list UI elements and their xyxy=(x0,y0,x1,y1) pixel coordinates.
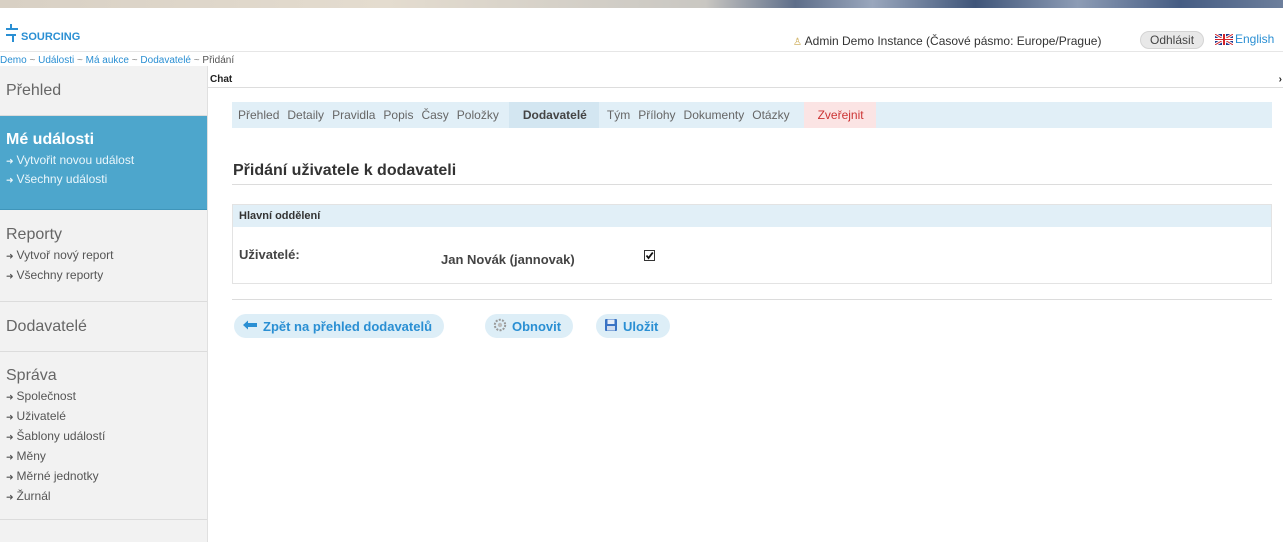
user-name: Jan Novák (jannovak) xyxy=(441,252,575,267)
arrow-right-icon: ➜ xyxy=(6,452,14,462)
title-divider xyxy=(232,184,1272,185)
logo-icon xyxy=(4,23,20,43)
breadcrumb-item[interactable]: Dodavatelé xyxy=(140,55,191,66)
step-attachments[interactable]: Přílohy xyxy=(634,102,679,128)
top-banner xyxy=(0,0,1283,8)
uk-flag-icon xyxy=(1215,33,1233,45)
wizard-steps: Přehled Detaily Pravidla Popis Časy Polo… xyxy=(232,102,1272,128)
language-label: English xyxy=(1235,32,1275,46)
arrow-right-icon: ➜ xyxy=(6,175,14,185)
divider xyxy=(232,299,1272,300)
arrow-left-icon xyxy=(242,319,258,334)
sidebar-item-label: Vytvoř nový report xyxy=(16,248,114,262)
page-title: Přidání uživatele k dodavateli xyxy=(233,162,457,179)
sidebar-item-create-report[interactable]: ➜ Vytvoř nový report xyxy=(6,246,207,266)
arrow-right-icon: ➜ xyxy=(6,432,14,442)
chat-label: Chat xyxy=(210,74,233,85)
breadcrumb-current: Přidání xyxy=(202,55,235,66)
sidebar-item-currencies[interactable]: ➜ Měny xyxy=(6,447,207,467)
save-button-label: Uložit xyxy=(623,318,659,334)
logo[interactable]: SOURCING xyxy=(4,23,80,43)
logout-button[interactable]: Odhlásit xyxy=(1140,31,1205,49)
breadcrumb-item[interactable]: Demo xyxy=(0,55,27,66)
sidebar-item-label: Měrné jednotky xyxy=(16,469,99,483)
logo-text: SOURCING xyxy=(21,31,81,43)
breadcrumb-separator: ~ xyxy=(26,55,39,66)
arrow-right-icon: ➜ xyxy=(6,412,14,422)
breadcrumb-separator: ~ xyxy=(74,55,86,66)
step-description[interactable]: Popis xyxy=(379,102,417,128)
step-team[interactable]: Tým xyxy=(603,102,634,128)
sidebar-section-my-events: Mé události ➜ Vytvořit novou událost ➜ Vše… xyxy=(0,116,207,210)
sidebar-item-users[interactable]: ➜ Uživatelé xyxy=(6,407,207,427)
sidebar-item-label: Vytvořit novou událost xyxy=(16,153,135,167)
sidebar-item-journal[interactable]: ➜ Žurnál xyxy=(6,487,207,507)
chat-bar[interactable]: Chat › xyxy=(208,74,1283,88)
sidebar-item-units[interactable]: ➜ Měrné jednotky xyxy=(6,467,207,487)
sidebar-item-all-reports[interactable]: ➜ Všechny reporty xyxy=(6,266,207,286)
arrow-right-icon: ➜ xyxy=(6,271,14,281)
sidebar-item-label: Společnost xyxy=(16,389,76,403)
breadcrumb: Demo ~ Události ~ Má aukce ~ Dodavatelé … xyxy=(0,55,234,66)
sidebar-item-all-events[interactable]: ➜ Všechny události xyxy=(6,170,207,189)
user-checkbox[interactable] xyxy=(644,250,655,261)
header: SOURCING ♙ Admin Demo Instance (Časové p… xyxy=(0,8,1283,52)
step-details[interactable]: Detaily xyxy=(283,102,328,128)
sidebar-item-label: Všechny reporty xyxy=(16,268,104,282)
language-switch[interactable]: English xyxy=(1215,32,1274,46)
back-to-suppliers-button[interactable]: Zpět na přehled dodavatelů xyxy=(234,314,445,338)
sidebar: Přehled Mé události ➜ Vytvořit novou udál… xyxy=(0,66,208,542)
user-text: Admin Demo Instance (Časové pásmo: Europ… xyxy=(804,34,1102,48)
step-publish[interactable]: Zveřejnit xyxy=(803,102,876,128)
user-info: ♙ Admin Demo Instance (Časové pásmo: Eur… xyxy=(793,34,1101,48)
refresh-button[interactable]: Obnovit xyxy=(485,314,574,338)
panel-title: Hlavní oddělení xyxy=(233,205,1271,227)
arrow-right-icon: ➜ xyxy=(6,251,14,261)
users-label: Uživatelé: xyxy=(239,247,300,262)
arrow-right-icon: ➜ xyxy=(6,472,14,482)
step-suppliers[interactable]: Dodavatelé xyxy=(508,102,599,128)
chevron-right-icon[interactable]: › xyxy=(1279,74,1282,85)
arrow-right-icon: ➜ xyxy=(6,156,14,166)
step-times[interactable]: Časy xyxy=(417,102,452,128)
checkmark-icon xyxy=(645,251,654,260)
gear-icon xyxy=(493,318,507,335)
refresh-button-label: Obnovit xyxy=(512,318,562,334)
step-items[interactable]: Položky xyxy=(453,102,503,128)
sidebar-item-admin[interactable]: Správa xyxy=(6,367,207,385)
sidebar-item-create-event[interactable]: ➜ Vytvořit novou událost xyxy=(6,151,207,170)
save-button[interactable]: Uložit xyxy=(596,314,671,338)
sidebar-item-label: Uživatelé xyxy=(16,409,66,423)
sidebar-item-label: Žurnál xyxy=(16,489,51,503)
sidebar-item-label: Měny xyxy=(16,449,46,463)
user-icon: ♙ xyxy=(793,37,802,48)
back-button-label: Zpět na přehled dodavatelů xyxy=(263,318,433,334)
sidebar-section-overview[interactable]: Přehled xyxy=(0,66,207,116)
breadcrumb-item[interactable]: Má aukce xyxy=(86,55,129,66)
sidebar-section-admin: Správa ➜ Společnost ➜ Uživatelé ➜ Šablony u… xyxy=(0,352,207,520)
sidebar-item-reports[interactable]: Reporty xyxy=(6,226,207,244)
sidebar-item-my-events[interactable]: Mé události xyxy=(6,131,207,149)
sidebar-section-reports: Reporty ➜ Vytvoř nový report ➜ Všechny rep… xyxy=(0,210,207,302)
breadcrumb-separator: ~ xyxy=(191,55,203,66)
breadcrumb-item[interactable]: Události xyxy=(38,55,74,66)
department-panel: Hlavní oddělení Uživatelé: Jan Novák (ja… xyxy=(232,204,1272,284)
sidebar-item-label: Všechny události xyxy=(16,172,108,186)
step-documents[interactable]: Dokumenty xyxy=(680,102,749,128)
sidebar-item-label: Šablony událostí xyxy=(16,429,106,443)
arrow-right-icon: ➜ xyxy=(6,492,14,502)
arrow-right-icon: ➜ xyxy=(6,392,14,402)
sidebar-item-suppliers[interactable]: Dodavatelé xyxy=(6,318,207,336)
step-questions[interactable]: Otázky xyxy=(748,102,793,128)
floppy-disk-icon xyxy=(604,318,618,335)
sidebar-item-company[interactable]: ➜ Společnost xyxy=(6,387,207,407)
breadcrumb-separator: ~ xyxy=(129,55,141,66)
sidebar-item-overview[interactable]: Přehled xyxy=(6,82,207,100)
step-rules[interactable]: Pravidla xyxy=(328,102,379,128)
step-overview[interactable]: Přehled xyxy=(232,102,283,128)
sidebar-section-suppliers[interactable]: Dodavatelé xyxy=(0,302,207,352)
sidebar-item-event-templates[interactable]: ➜ Šablony událostí xyxy=(6,427,207,447)
